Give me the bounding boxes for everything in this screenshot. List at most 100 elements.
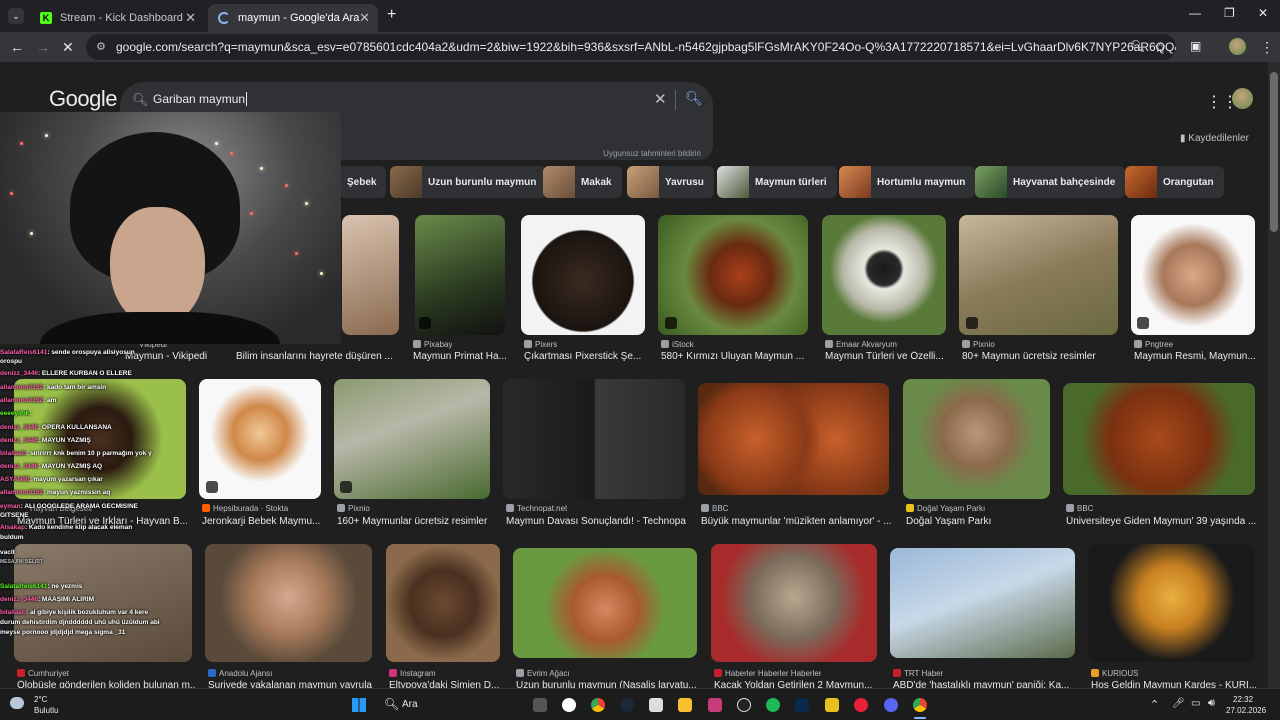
- chip-hayvanat[interactable]: Hayvanat bahçesinde: [975, 166, 1126, 198]
- result-image[interactable]: [658, 215, 808, 335]
- result-title[interactable]: 80+ Maymun ücretsiz resimler: [962, 351, 1122, 362]
- photoshop-icon[interactable]: [795, 698, 809, 712]
- app-icon[interactable]: [825, 698, 839, 712]
- chip-maymun-turleri[interactable]: Maymun türleri: [717, 166, 837, 198]
- spotify-icon[interactable]: [766, 698, 780, 712]
- back-icon[interactable]: ←: [10, 39, 24, 55]
- result-title[interactable]: Kaçak Yoldan Getirilen 2 Maymun...: [714, 680, 878, 688]
- result-image[interactable]: [711, 544, 877, 662]
- tab-list-menu-icon[interactable]: ⌄: [8, 8, 24, 24]
- close-tab-icon[interactable]: ✕: [185, 10, 196, 26]
- wattpad-icon[interactable]: [562, 698, 576, 712]
- chrome-icon[interactable]: [591, 698, 605, 712]
- result-title[interactable]: Doğal Yaşam Parkı: [906, 516, 1051, 527]
- menu-icon[interactable]: ⋮: [1260, 39, 1274, 56]
- result-image[interactable]: [890, 548, 1075, 658]
- result-image[interactable]: [386, 544, 500, 662]
- tab-kick-dashboard[interactable]: K Stream - Kick Dashboard ✕: [30, 4, 204, 32]
- result-title[interactable]: Hoş Geldin Maymun Kardeş - KURI...: [1091, 680, 1256, 688]
- minimize-button[interactable]: —: [1189, 6, 1201, 20]
- restore-button[interactable]: ❐: [1224, 6, 1235, 20]
- result-image[interactable]: [959, 215, 1118, 335]
- stop-loading-icon[interactable]: ✕: [62, 39, 74, 56]
- app-icon[interactable]: [708, 698, 722, 712]
- google-logo[interactable]: Google: [49, 86, 117, 112]
- chrome-active-icon[interactable]: [913, 698, 927, 712]
- zoom-icon[interactable]: 🔍︎: [1130, 39, 1145, 53]
- result-title[interactable]: Suriyede yakalanan maymun yavrula...: [208, 680, 373, 688]
- clock-date[interactable]: 27.02.2026: [1226, 706, 1266, 715]
- chip-sebek[interactable]: Şebek: [339, 166, 387, 198]
- result-image[interactable]: [503, 379, 685, 499]
- chip-uzun-burunlu[interactable]: Uzun burunlu maymun: [390, 166, 547, 198]
- profile-avatar[interactable]: [1229, 38, 1246, 55]
- site-info-icon[interactable]: ⚙: [96, 40, 106, 53]
- saved-link[interactable]: ▮ Kaydedilenler: [1180, 133, 1249, 144]
- result-title[interactable]: Jeronkarji Bebek Maymu...: [202, 516, 322, 527]
- account-avatar[interactable]: [1232, 88, 1253, 109]
- result-title[interactable]: 160+ Maymunlar ücretsiz resimler: [337, 516, 497, 527]
- result-image[interactable]: [1063, 383, 1255, 495]
- result-image[interactable]: [903, 379, 1050, 499]
- new-tab-button[interactable]: +: [387, 6, 396, 24]
- result-title[interactable]: Büyük maymunlar 'müzikten anlamıyor' - .…: [701, 516, 891, 527]
- epic-games-icon[interactable]: [649, 698, 663, 712]
- microphone-icon[interactable]: 🎤︎: [1172, 698, 1185, 709]
- result-title[interactable]: ABD'de 'hastalıklı maymun' paniği: Ka...: [893, 680, 1076, 688]
- obs-icon[interactable]: [737, 698, 751, 712]
- tray-chevron-icon[interactable]: ⌃: [1150, 698, 1159, 711]
- result-image[interactable]: [205, 544, 372, 662]
- volume-icon[interactable]: 🔊︎: [1208, 697, 1215, 710]
- result-title[interactable]: Eltypova'daki Simien D...: [389, 680, 501, 688]
- discord-icon[interactable]: [884, 698, 898, 712]
- result-image[interactable]: [698, 383, 889, 495]
- taskbar-search-icon[interactable]: 🔍︎: [384, 697, 399, 711]
- chip-yavrusu[interactable]: Yavrusu: [627, 166, 714, 198]
- result-title[interactable]: Maymun Davası Sonuçlandı! - Technopat: [506, 516, 686, 527]
- result-image[interactable]: [342, 215, 399, 335]
- chip-hortumlu[interactable]: Hortumlu maymun: [839, 166, 976, 198]
- weather-icon[interactable]: [10, 697, 24, 709]
- result-title[interactable]: Maymun Türleri ve Özelli...: [825, 351, 950, 362]
- chip-orangutan[interactable]: Orangutan: [1125, 166, 1224, 198]
- result-image[interactable]: [199, 379, 321, 499]
- result-title[interactable]: Çıkartması Pixerstick Şe...: [524, 351, 649, 362]
- result-title[interactable]: Ölobüsle gönderilen koliden bulunan m...: [17, 680, 195, 688]
- result-image[interactable]: [1088, 544, 1255, 662]
- result-title[interactable]: 580+ Kırmızı Uluyan Maymun ...: [661, 351, 811, 362]
- tab-google-search[interactable]: maymun - Google'da Ara ✕: [208, 4, 378, 32]
- chip-makak[interactable]: Makak: [543, 166, 622, 198]
- close-tab-icon[interactable]: ✕: [359, 10, 370, 26]
- result-image[interactable]: [521, 215, 645, 335]
- result-image[interactable]: [334, 379, 490, 499]
- result-image[interactable]: [513, 548, 697, 658]
- close-window-button[interactable]: ✕: [1258, 6, 1268, 20]
- forward-icon[interactable]: →: [36, 39, 50, 55]
- task-view-icon[interactable]: [533, 698, 547, 712]
- bookmark-star-icon[interactable]: ☆: [1154, 39, 1167, 56]
- clock-time[interactable]: 22:32: [1233, 695, 1253, 704]
- weather-desc[interactable]: Bulutlu: [34, 706, 58, 715]
- taskbar-search-label[interactable]: Ara: [402, 699, 418, 710]
- weather-temp[interactable]: 2°C: [34, 695, 47, 704]
- file-explorer-icon[interactable]: [678, 698, 692, 712]
- search-submit-icon[interactable]: 🔍︎: [685, 90, 703, 107]
- opera-icon[interactable]: [854, 698, 868, 712]
- result-title[interactable]: Uzun burunlu maymun (Nasalis larvatu...: [516, 680, 698, 688]
- result-title[interactable]: Maymun Resmi, Maymun...: [1134, 351, 1258, 362]
- start-button[interactable]: [352, 698, 366, 712]
- extensions-icon[interactable]: ▣: [1190, 39, 1201, 53]
- network-icon[interactable]: ▭: [1191, 698, 1200, 709]
- search-input[interactable]: Gariban maymun: [153, 92, 248, 106]
- result-title[interactable]: Maymun Primat Ha...: [413, 351, 513, 362]
- scrollbar-thumb[interactable]: [1270, 72, 1278, 232]
- clear-search-icon[interactable]: ✕: [654, 90, 667, 108]
- steam-icon[interactable]: [620, 698, 634, 712]
- address-bar[interactable]: ⚙ google.com/search?q=maymun&sca_esv=e07…: [86, 34, 1176, 60]
- result-image[interactable]: [1131, 215, 1255, 335]
- result-title[interactable]: Maymun - Vikipedi: [125, 351, 225, 362]
- result-title[interactable]: Bilim insanlarını hayrete düşüren ...: [236, 351, 396, 362]
- result-image[interactable]: [822, 215, 946, 335]
- report-predictions-link[interactable]: Uygunsuz tahminleri bildirin: [603, 149, 701, 158]
- result-title[interactable]: Üniversiteye Giden Maymun' 39 yaşında ..…: [1066, 516, 1256, 527]
